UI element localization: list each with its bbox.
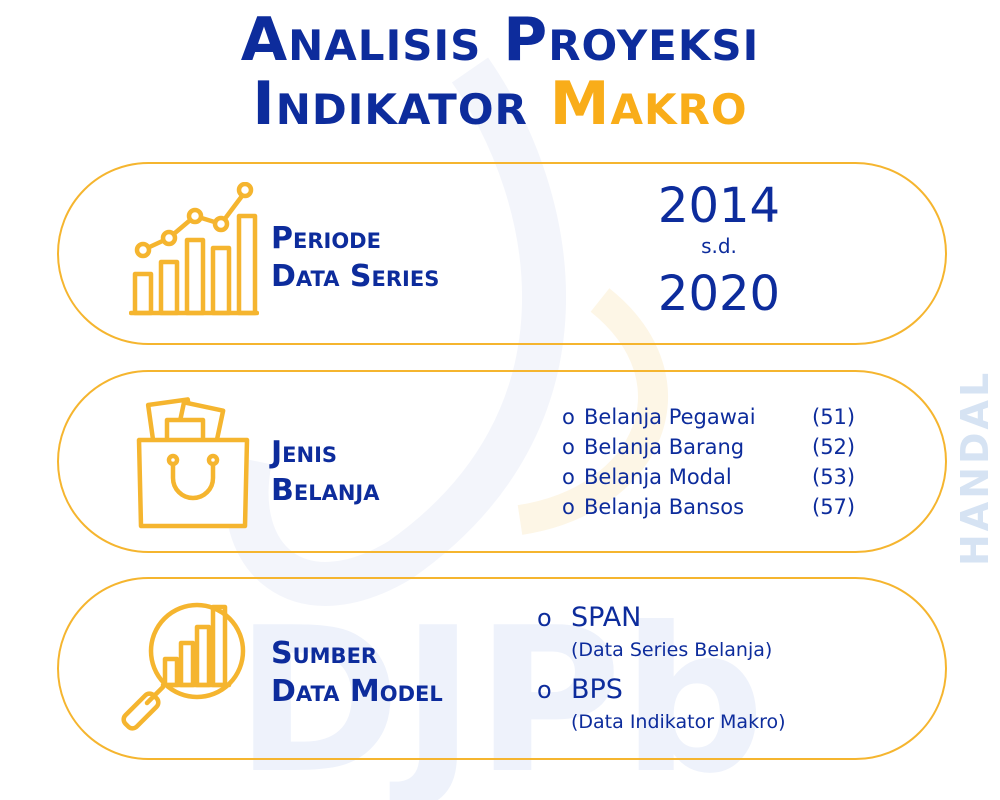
list-item: o BPS (Data Indikator Makro) [537,671,786,735]
list-item: o Belanja Barang (52) [562,432,855,462]
growth-bar-chart-icon [129,182,259,316]
title-accent: Makro [549,69,748,139]
belanja-code: (52) [812,435,856,459]
source-name: SPAN [571,602,642,633]
title-line-2: Indikator Makro [0,72,1000,136]
belanja-list: o Belanja Pegawai (51) o Belanja Barang … [562,402,855,522]
bullet: o [562,405,575,429]
list-item: o SPAN (Data Series Belanja) [537,599,786,663]
sumber-label: Sumber Data Model [271,635,443,711]
periode-label: Periode Data Series [271,220,439,296]
belanja-code: (53) [812,465,856,489]
belanja-name: Belanja Modal [584,465,732,489]
start-year: 2014 [657,178,781,234]
list-item: o Belanja Bansos (57) [562,492,855,522]
sumber-label-line-1: Sumber [271,636,378,671]
end-year: 2020 [657,266,781,322]
jenis-belanja-card: Jenis Belanja o Belanja Pegawai (51) o B… [57,370,947,553]
bullet: o [537,604,552,632]
jenis-belanja-label-line-1: Jenis [271,435,338,470]
source-description: (Data Indikator Makro) [571,711,786,733]
list-item: o Belanja Pegawai (51) [562,402,855,432]
belanja-name: Belanja Barang [584,435,745,459]
periode-card: Periode Data Series 2014 s.d. 2020 [57,162,947,345]
side-watermark-text: HANDAL [953,370,997,566]
shopping-bag-icon [136,397,250,529]
belanja-code: (57) [812,495,856,519]
year-separator: s.d. [701,234,737,258]
sumber-data-card: Sumber Data Model o SPAN (Data Series Be… [57,577,947,760]
jenis-belanja-label: Jenis Belanja [271,434,380,510]
page-title: Analisis Proyeksi Indikator Makro [0,8,1000,136]
magnifier-chart-icon [121,602,246,731]
jenis-belanja-label-line-2: Belanja [271,473,380,508]
bullet: o [562,465,575,489]
sumber-label-line-2: Data Model [271,674,443,709]
belanja-name: Belanja Pegawai [584,405,756,429]
list-item: o Belanja Modal (53) [562,462,855,492]
belanja-code: (51) [812,405,856,429]
bullet: o [562,495,575,519]
bullet: o [537,676,552,704]
periode-label-line-2: Data Series [271,259,440,294]
belanja-name: Belanja Bansos [584,495,745,519]
source-name: BPS [571,674,623,705]
source-description: (Data Series Belanja) [571,639,773,661]
periode-label-line-1: Periode [271,221,381,256]
title-line-2-main: Indikator [252,69,550,139]
source-list: o SPAN (Data Series Belanja) o BPS (Data… [537,599,786,743]
side-watermark: HANDAL [953,370,997,566]
title-line-1: Analisis Proyeksi [240,5,760,75]
bullet: o [562,435,575,459]
